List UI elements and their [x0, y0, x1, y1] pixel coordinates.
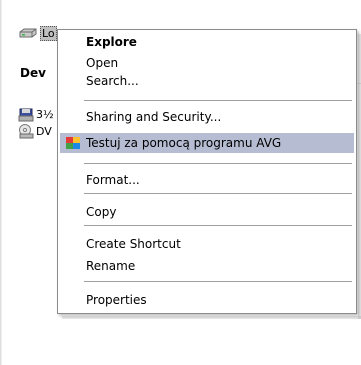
menu-shadow-bottom — [62, 316, 361, 319]
menu-item-format-label: Format... — [86, 173, 140, 187]
menu-item-create-shortcut-label: Create Shortcut — [86, 237, 181, 251]
menu-separator — [84, 225, 352, 226]
menu-item-properties[interactable]: Properties — [60, 290, 354, 310]
dvd-drive-icon — [19, 124, 34, 139]
dvd-drive-item[interactable]: DV — [18, 123, 52, 139]
menu-item-explore-label: Explore — [86, 35, 137, 49]
menu-item-search-label: Search... — [86, 74, 139, 88]
menu-separator — [84, 193, 352, 194]
menu-item-rename-label: Rename — [86, 259, 136, 273]
context-menu: Explore Open Search... Sharing and Secur… — [57, 29, 357, 314]
menu-item-search[interactable]: Search... — [60, 71, 354, 91]
menu-item-copy-label: Copy — [86, 205, 117, 219]
selected-drive-label[interactable]: Lo — [40, 25, 57, 41]
menu-item-avg-scan[interactable]: Testuj za pomocą programu AVG — [60, 133, 354, 153]
menu-separator — [84, 100, 352, 101]
menu-item-sharing-label: Sharing and Security... — [86, 110, 222, 124]
menu-item-open-label: Open — [86, 56, 119, 70]
devices-group-header: Dev — [20, 66, 46, 80]
menu-item-explore[interactable]: Explore — [60, 32, 354, 52]
menu-item-sharing[interactable]: Sharing and Security... — [60, 107, 354, 127]
menu-item-properties-label: Properties — [86, 293, 147, 307]
floppy-drive-label: 3½ — [36, 107, 54, 121]
menu-item-format[interactable]: Format... — [60, 170, 354, 190]
menu-item-avg-scan-label: Testuj za pomocą programu AVG — [86, 136, 282, 150]
menu-item-rename[interactable]: Rename — [60, 256, 354, 276]
menu-item-open[interactable]: Open — [60, 53, 354, 73]
pane-left-edge — [0, 0, 2, 365]
dvd-drive-label: DV — [36, 124, 52, 138]
menu-separator — [84, 281, 352, 282]
selected-drive-item[interactable]: Lo — [18, 24, 57, 42]
menu-item-create-shortcut[interactable]: Create Shortcut — [60, 234, 354, 254]
menu-separator — [84, 163, 352, 164]
hard-drive-icon — [19, 28, 37, 38]
menu-item-copy[interactable]: Copy — [60, 202, 354, 222]
floppy-drive-item[interactable]: 3½ — [18, 106, 54, 122]
floppy-drive-icon — [18, 108, 34, 122]
avg-icon — [66, 137, 80, 149]
